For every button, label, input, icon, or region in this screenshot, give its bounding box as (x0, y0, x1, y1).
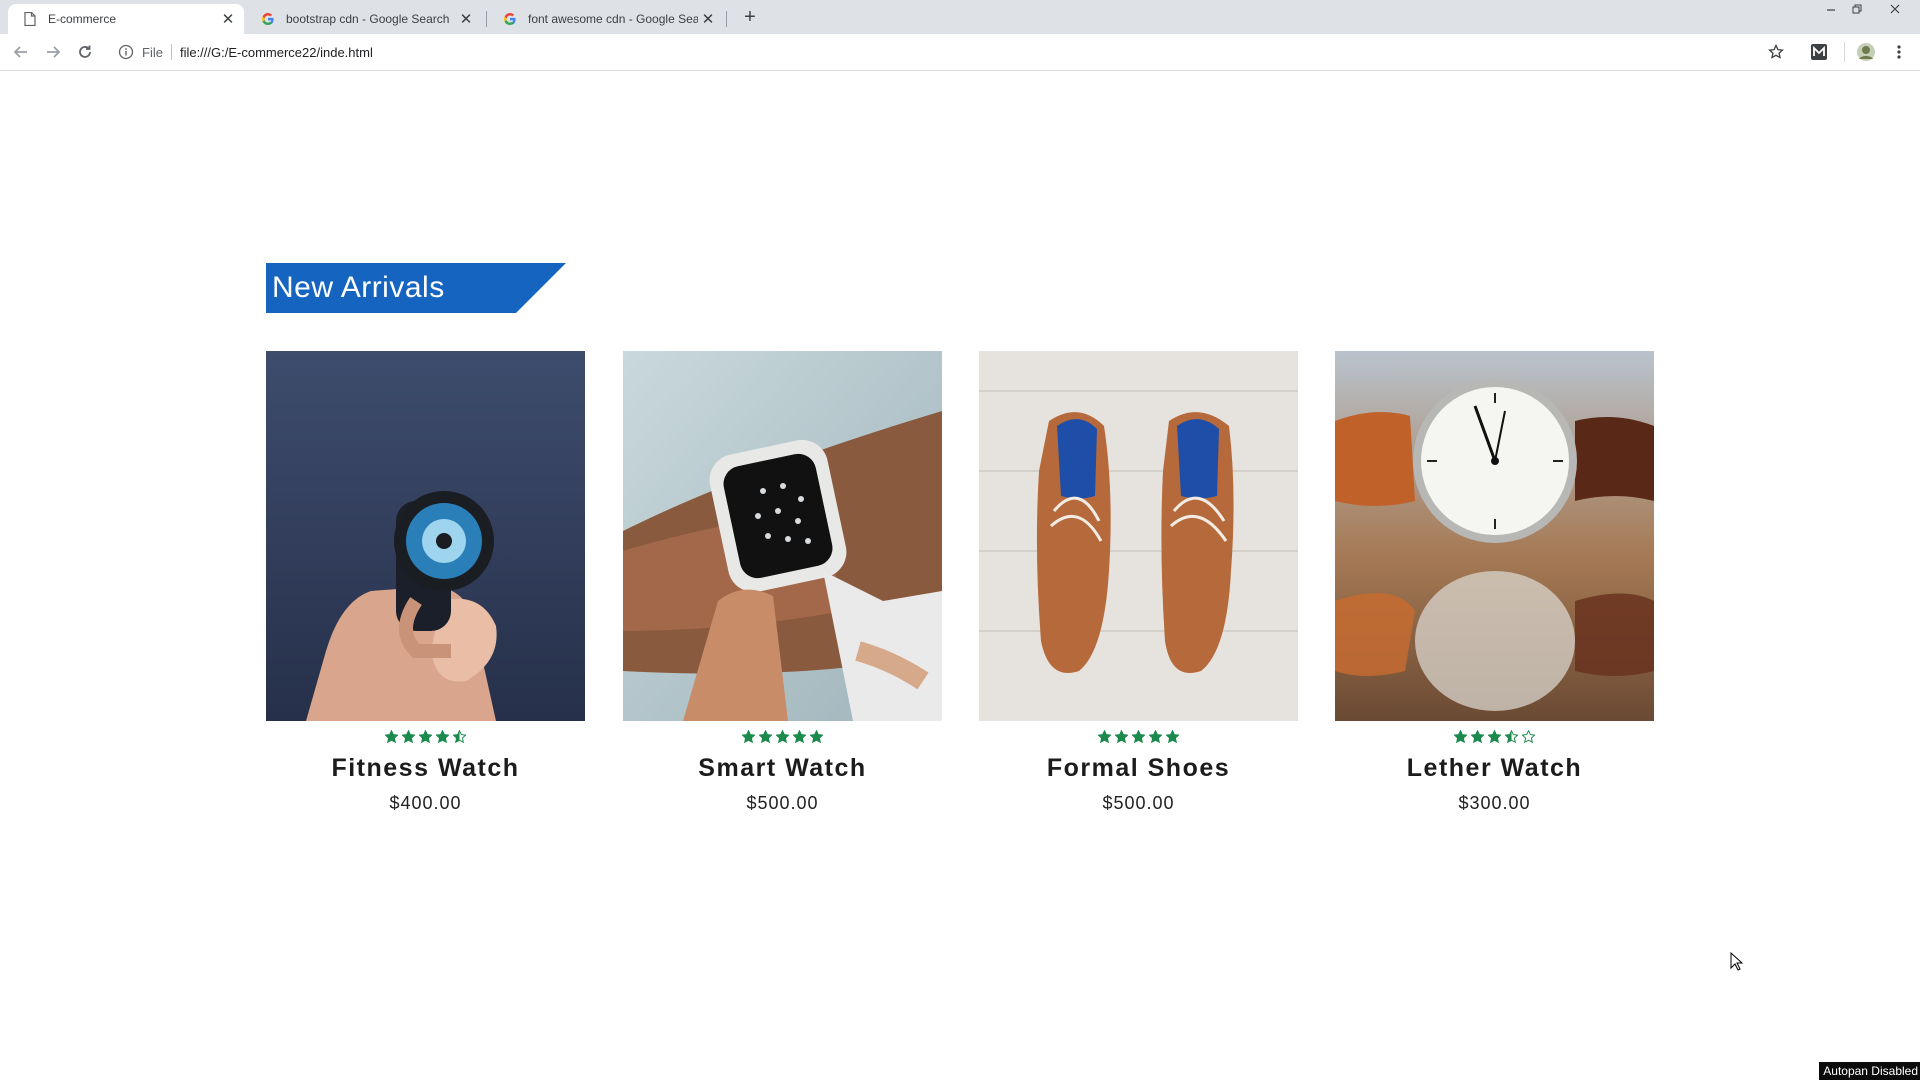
address-bar[interactable]: File file:///G:/E-commerce22/inde.html (112, 38, 1780, 66)
star-full-icon (1166, 730, 1179, 743)
reload-icon[interactable] (72, 40, 98, 64)
info-icon[interactable] (118, 44, 134, 60)
extension-m-icon[interactable] (1806, 40, 1832, 64)
tab-strip: E-commerce ✕ bootstrap cdn - Google Sear… (0, 0, 1920, 34)
document-icon (22, 11, 38, 27)
product-card-lether-watch[interactable]: Lether Watch $300.00 (1335, 351, 1654, 814)
product-name[interactable]: Fitness Watch (266, 754, 585, 783)
rating-stars (979, 730, 1298, 746)
product-card-fitness-watch[interactable]: Fitness Watch $400.00 (266, 351, 585, 814)
url-text[interactable]: file:///G:/E-commerce22/inde.html (180, 45, 373, 60)
tab-separator (486, 11, 487, 27)
section-heading: New Arrivals (266, 263, 566, 313)
profile-avatar[interactable] (1853, 40, 1879, 64)
star-full-icon (1471, 730, 1484, 743)
tab-title: font awesome cdn - Google Sear (528, 12, 698, 26)
rating-stars (266, 730, 585, 746)
product-name[interactable]: Lether Watch (1335, 754, 1654, 783)
new-tab-button[interactable]: + (738, 5, 762, 29)
product-price: $300.00 (1458, 793, 1531, 813)
star-full-icon (436, 730, 449, 743)
star-full-icon (776, 730, 789, 743)
scheme-label: File (142, 44, 163, 60)
star-full-icon (419, 730, 432, 743)
product-price: $500.00 (746, 793, 819, 813)
forward-arrow-icon[interactable] (40, 40, 66, 64)
star-full-icon (1098, 730, 1111, 743)
minimize-icon[interactable] (1818, 0, 1844, 20)
status-text: Autopan Disabled (1819, 1062, 1920, 1080)
tab-bootstrap-search[interactable]: bootstrap cdn - Google Search ✕ (246, 4, 482, 34)
tab-separator (726, 11, 727, 27)
section-title-text: New Arrivals (272, 271, 445, 304)
star-full-icon (1488, 730, 1501, 743)
product-price: $400.00 (389, 793, 462, 813)
browser-toolbar: File file:///G:/E-commerce22/inde.html (0, 34, 1920, 71)
star-full-icon (1115, 730, 1128, 743)
product-name[interactable]: Smart Watch (623, 754, 942, 783)
smart-watch-photo[interactable] (623, 351, 942, 721)
product-card-smart-watch[interactable]: Smart Watch $500.00 (623, 351, 942, 814)
star-empty-icon (1522, 730, 1535, 743)
star-full-icon (385, 730, 398, 743)
menu-kebab-icon[interactable] (1886, 40, 1912, 64)
star-half-icon (1505, 730, 1518, 743)
star-half-icon (453, 730, 466, 743)
rating-stars (1335, 730, 1654, 746)
fitness-watch-photo[interactable] (266, 351, 585, 721)
star-full-icon (1454, 730, 1467, 743)
formal-shoes-photo[interactable] (979, 351, 1298, 721)
star-full-icon (793, 730, 806, 743)
product-card-formal-shoes[interactable]: Formal Shoes $500.00 (979, 351, 1298, 814)
close-tab-icon[interactable]: ✕ (218, 10, 238, 28)
tab-title: E-commerce (48, 12, 117, 26)
product-name[interactable]: Formal Shoes (979, 754, 1298, 783)
tab-title: bootstrap cdn - Google Search (286, 12, 450, 26)
back-arrow-icon[interactable] (8, 40, 34, 64)
star-full-icon (810, 730, 823, 743)
star-full-icon (759, 730, 772, 743)
rating-stars (623, 730, 942, 746)
bookmark-star-icon[interactable] (1763, 40, 1789, 64)
close-tab-icon[interactable]: ✕ (698, 10, 718, 28)
restore-icon[interactable] (1844, 0, 1870, 20)
tab-ecommerce[interactable]: E-commerce ✕ (8, 4, 244, 34)
close-tab-icon[interactable]: ✕ (456, 10, 476, 28)
star-full-icon (402, 730, 415, 743)
tab-fontawesome-search[interactable]: font awesome cdn - Google Sear ✕ (488, 4, 724, 34)
star-full-icon (742, 730, 755, 743)
star-full-icon (1132, 730, 1145, 743)
product-price: $500.00 (1102, 793, 1175, 813)
google-icon (260, 11, 276, 27)
star-full-icon (1149, 730, 1162, 743)
google-icon (502, 11, 518, 27)
mouse-cursor-icon (1730, 951, 1744, 977)
leather-watch-photo[interactable] (1335, 351, 1654, 721)
close-window-icon[interactable] (1882, 0, 1908, 20)
address-separator (170, 44, 172, 60)
toolbar-separator (1844, 42, 1845, 62)
